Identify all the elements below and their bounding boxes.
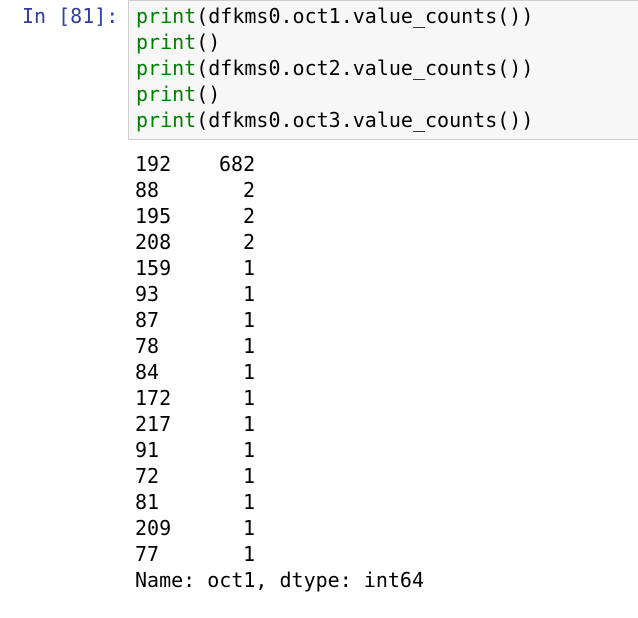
code-function: print [136,82,197,106]
row-index: 209 [135,516,172,540]
row-count: 1 [242,516,255,540]
cell-output: 192 682 88 2 195 2 208 2 159 1 93 1 87 1 78 1 84 1 172 1 217… [135,151,424,593]
row-count: 1 [242,490,255,514]
input-prompt: In [81]: [22,4,119,28]
row-count: 1 [242,542,255,566]
row-index: 172 [135,386,172,410]
row-count: 1 [242,464,255,488]
row-count: 1 [242,282,255,306]
code-function: print [136,4,197,28]
code-line: print(dfkms0.oct3.value_counts()) [136,107,533,133]
row-index: 217 [135,412,172,436]
output-row: 87 1 [135,307,424,333]
code-function: print [136,30,197,54]
code-line: print(dfkms0.oct1.value_counts()) [136,3,533,29]
row-count: 1 [242,412,255,436]
output-row: 217 1 [135,411,424,437]
row-index: 78 [135,334,160,358]
row-count: 1 [242,334,255,358]
row-index: 192 [135,152,172,176]
output-footer: Name: oct1, dtype: int64 [135,568,424,592]
output-row: 78 1 [135,333,424,359]
row-index: 159 [135,256,172,280]
row-index: 91 [135,438,160,462]
output-row: 81 1 [135,489,424,515]
row-index: 93 [135,282,160,306]
code-args: (dfkms0.oct2.value_counts()) [196,56,534,80]
row-count: 1 [242,256,255,280]
row-count: 1 [242,438,255,462]
row-count: 2 [242,178,255,202]
code-line: print() [136,29,533,55]
output-row: 93 1 [135,281,424,307]
code-function: print [136,108,197,132]
code-args: () [196,30,221,54]
row-count: 682 [219,152,256,176]
output-row: 91 1 [135,437,424,463]
output-row: 88 2 [135,177,424,203]
row-count: 1 [242,360,255,384]
row-count: 1 [242,308,255,332]
row-index: 81 [135,490,160,514]
output-row: 209 1 [135,515,424,541]
code-function: print [136,56,197,80]
code-editor[interactable]: print(dfkms0.oct1.value_counts()) print()… [136,3,533,133]
row-count: 1 [242,386,255,410]
output-row: 72 1 [135,463,424,489]
value-counts-list: 192 682 88 2 195 2 208 2 159 1 93 1 87 1 78 1 84 1 172 1 217… [135,151,424,567]
row-index: 87 [135,308,160,332]
code-line: print(dfkms0.oct2.value_counts()) [136,55,533,81]
row-index: 88 [135,178,160,202]
row-index: 72 [135,464,160,488]
row-index: 84 [135,360,160,384]
output-row: 172 1 [135,385,424,411]
row-index: 195 [135,204,172,228]
code-args: () [196,82,221,106]
code-args: (dfkms0.oct3.value_counts()) [196,108,534,132]
row-count: 2 [242,204,255,228]
output-row: 84 1 [135,359,424,385]
row-index: 77 [135,542,160,566]
output-row: 192 682 [135,151,424,177]
output-row: 195 2 [135,203,424,229]
code-line: print() [136,81,533,107]
output-row: 208 2 [135,229,424,255]
code-input-area[interactable]: print(dfkms0.oct1.value_counts()) print()… [128,0,638,140]
output-row: 159 1 [135,255,424,281]
row-count: 2 [242,230,255,254]
output-row: 77 1 [135,541,424,567]
code-args: (dfkms0.oct1.value_counts()) [196,4,534,28]
row-index: 208 [135,230,172,254]
